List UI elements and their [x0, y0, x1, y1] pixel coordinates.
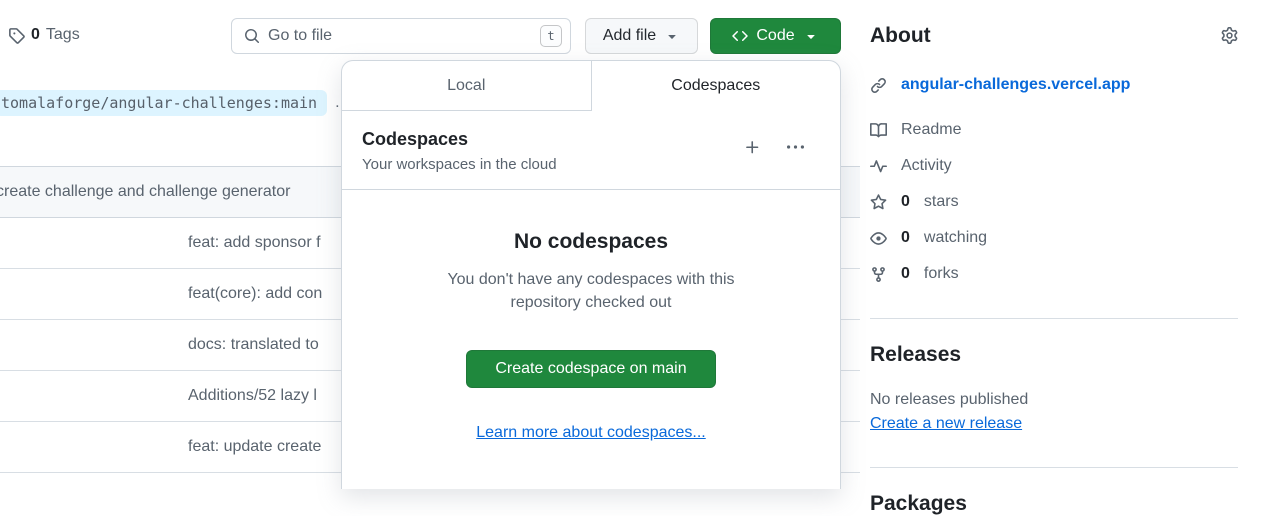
- sidebar-item-activity[interactable]: Activity: [870, 156, 1238, 176]
- tag-icon: [8, 27, 25, 44]
- no-codespaces-description: You don't have any codespaces with this …: [436, 268, 746, 314]
- readme-label: Readme: [901, 121, 961, 139]
- commit-message[interactable]: Additions/52 lazy l: [188, 387, 317, 405]
- commit-message[interactable]: feat: update create: [188, 438, 321, 456]
- code-dropdown-tabs: Local Codespaces: [342, 61, 840, 111]
- commit-message[interactable]: docs: translated to: [188, 336, 319, 354]
- packages-title: Packages: [870, 492, 1238, 516]
- commit-message[interactable]: feat(core): add con: [188, 285, 322, 303]
- branch-ref-code[interactable]: tomalaforge/angular-challenges:main: [0, 90, 327, 116]
- gear-icon[interactable]: [1221, 27, 1238, 44]
- search-icon: [244, 28, 260, 44]
- tags-summary[interactable]: 0 Tags: [8, 26, 80, 44]
- go-to-file-search[interactable]: Go to file t: [231, 18, 571, 54]
- plus-icon: [744, 139, 761, 156]
- sidebar-item-watching[interactable]: 0 watching: [870, 228, 1238, 248]
- code-icon: [732, 28, 748, 44]
- star-icon: [870, 194, 887, 211]
- forks-label: forks: [924, 265, 959, 283]
- eye-icon: [870, 230, 887, 247]
- link-icon: [870, 77, 887, 94]
- code-button-label: Code: [756, 27, 794, 45]
- sidebar-divider: [870, 467, 1238, 468]
- watching-count: 0: [901, 229, 910, 247]
- codespaces-blankslate: No codespaces You don't have any codespa…: [342, 190, 840, 442]
- codespaces-more-options-button[interactable]: [787, 139, 804, 156]
- tags-count: 0: [31, 26, 40, 44]
- branch-banner-suffix: .: [335, 94, 339, 112]
- new-codespace-button[interactable]: [744, 139, 761, 156]
- tags-label: Tags: [46, 26, 80, 44]
- codespaces-subtitle: Your workspaces in the cloud: [362, 156, 820, 173]
- add-file-button[interactable]: Add file: [585, 18, 698, 54]
- no-releases-text: No releases published: [870, 391, 1238, 409]
- sidebar-item-stars[interactable]: 0 stars: [870, 192, 1238, 212]
- website-link[interactable]: angular-challenges.vercel.app: [901, 76, 1130, 94]
- code-dropdown-panel: Local Codespaces Codespaces Your workspa…: [341, 60, 841, 489]
- watching-label: watching: [924, 229, 987, 247]
- create-codespace-button[interactable]: Create codespace on main: [466, 350, 715, 388]
- commit-message[interactable]: feat: add sponsor f: [188, 234, 321, 252]
- kebab-horizontal-icon: [787, 139, 804, 156]
- book-icon: [870, 122, 887, 139]
- stars-label: stars: [924, 193, 959, 211]
- no-codespaces-title: No codespaces: [342, 230, 840, 254]
- releases-title: Releases: [870, 343, 1238, 367]
- about-title: About: [870, 24, 1238, 48]
- branch-status-banner: tomalaforge/angular-challenges:main .: [0, 90, 340, 116]
- activity-label: Activity: [901, 157, 952, 175]
- tab-codespaces[interactable]: Codespaces: [592, 61, 841, 111]
- add-file-label: Add file: [603, 27, 656, 45]
- latest-commit-message[interactable]: create challenge and challenge generator: [0, 183, 290, 201]
- repo-forked-icon: [870, 266, 887, 283]
- chevron-down-icon: [803, 28, 819, 44]
- pulse-icon: [870, 158, 887, 175]
- create-release-link[interactable]: Create a new release: [870, 415, 1022, 433]
- keyboard-shortcut-badge: t: [540, 25, 562, 47]
- chevron-down-icon: [664, 28, 680, 44]
- stars-count: 0: [901, 193, 910, 211]
- code-button[interactable]: Code: [710, 18, 841, 54]
- codespaces-panel-header: Codespaces Your workspaces in the cloud: [342, 111, 840, 190]
- tab-local[interactable]: Local: [342, 61, 592, 111]
- repo-sidebar: About angular-challenges.vercel.app Read…: [870, 0, 1238, 516]
- learn-more-codespaces-link[interactable]: Learn more about codespaces...: [342, 424, 840, 442]
- sidebar-divider: [870, 318, 1238, 319]
- sidebar-item-readme[interactable]: Readme: [870, 120, 1238, 140]
- forks-count: 0: [901, 265, 910, 283]
- sidebar-item-forks[interactable]: 0 forks: [870, 264, 1238, 284]
- search-placeholder: Go to file: [268, 27, 532, 45]
